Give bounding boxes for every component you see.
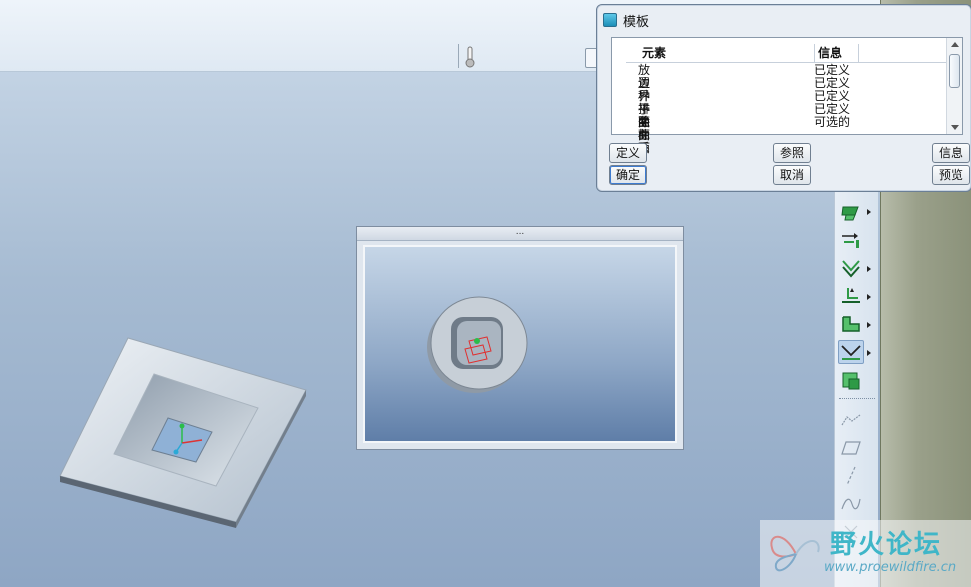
- template-dialog[interactable]: 模板 元素 信息 放置 已定义 边界平面 已定义 种子曲面 已定义 排除曲面 已…: [596, 4, 971, 192]
- flange-dropdown-arrow[interactable]: [867, 209, 871, 215]
- form-icon: [841, 345, 861, 360]
- reference-button[interactable]: 参照: [773, 143, 811, 163]
- bend-back-icon: [842, 316, 860, 332]
- preview-window[interactable]: ...: [356, 226, 684, 450]
- toolbar-datum-graph-button[interactable]: [838, 408, 864, 432]
- thermometer-icon[interactable]: [464, 46, 476, 68]
- extend-icon: [842, 233, 859, 248]
- datum-graph-icon: [841, 414, 861, 426]
- watermark-title: 野火论坛: [830, 530, 943, 560]
- toolbar-unbend-button[interactable]: [838, 284, 864, 308]
- cancel-button[interactable]: 取消: [773, 165, 811, 185]
- part-model[interactable]: [0, 330, 320, 540]
- column-divider: [814, 44, 815, 62]
- column-header-info[interactable]: 信息: [818, 44, 842, 62]
- preview-viewport[interactable]: [363, 245, 677, 443]
- template-preview-model: [427, 296, 528, 393]
- watermark: 野火论坛 www.proewildfire.cn: [760, 520, 971, 587]
- toolbar-flatten-button[interactable]: [838, 368, 864, 392]
- column-header-element[interactable]: 元素: [642, 44, 666, 62]
- watermark-url: www.proewildfire.cn: [824, 560, 957, 575]
- preview-window-header[interactable]: ...: [357, 227, 683, 241]
- header-divider: [626, 62, 946, 63]
- toolbar-bend-button[interactable]: [838, 256, 864, 280]
- column-divider: [858, 44, 859, 62]
- toolbar-datum-axis-button[interactable]: [838, 464, 864, 488]
- flange-icon: [841, 206, 859, 221]
- bend-back-dropdown-arrow[interactable]: [867, 322, 871, 328]
- toolbar-separator: [458, 44, 459, 68]
- flatten-icon: [842, 372, 860, 390]
- toolbar-form-button[interactable]: [838, 340, 864, 364]
- datum-curve-icon: [841, 498, 861, 510]
- preview-button[interactable]: 预览: [932, 165, 970, 185]
- toolbar-datum-curve-button[interactable]: [838, 492, 864, 516]
- toolbar-bend-back-button[interactable]: [838, 312, 864, 336]
- bend-dropdown-arrow[interactable]: [867, 266, 871, 272]
- table-scrollbar[interactable]: [946, 38, 962, 134]
- bend-icon: [842, 260, 860, 278]
- toolbar-extend-button[interactable]: [838, 228, 864, 252]
- toolbar-separator: [839, 398, 875, 399]
- unbend-icon: [842, 288, 860, 303]
- ok-button[interactable]: 确定: [609, 165, 647, 185]
- element-table[interactable]: 元素 信息 放置 已定义 边界平面 已定义 种子曲面 已定义 排除曲面 已定义 …: [611, 37, 963, 155]
- form-dropdown-arrow[interactable]: [867, 350, 871, 356]
- toolbar-flange-button[interactable]: [838, 200, 864, 224]
- butterfly-logo-icon: [770, 535, 820, 572]
- scroll-down-icon[interactable]: [951, 125, 959, 130]
- datum-plane-icon: [841, 441, 861, 455]
- row-info: 可选的: [814, 115, 851, 129]
- dialog-app-icon: [603, 13, 617, 27]
- unbend-dropdown-arrow[interactable]: [867, 294, 871, 300]
- dialog-title: 模板: [623, 14, 650, 30]
- define-button[interactable]: 定义: [609, 143, 647, 163]
- datum-axis-icon: [846, 466, 856, 486]
- dialog-title-bar[interactable]: 模板: [603, 9, 649, 31]
- info-button[interactable]: 信息: [932, 143, 970, 163]
- scroll-up-icon[interactable]: [951, 42, 959, 47]
- toolbar-datum-plane-button[interactable]: [838, 436, 864, 460]
- scroll-thumb[interactable]: [949, 54, 960, 88]
